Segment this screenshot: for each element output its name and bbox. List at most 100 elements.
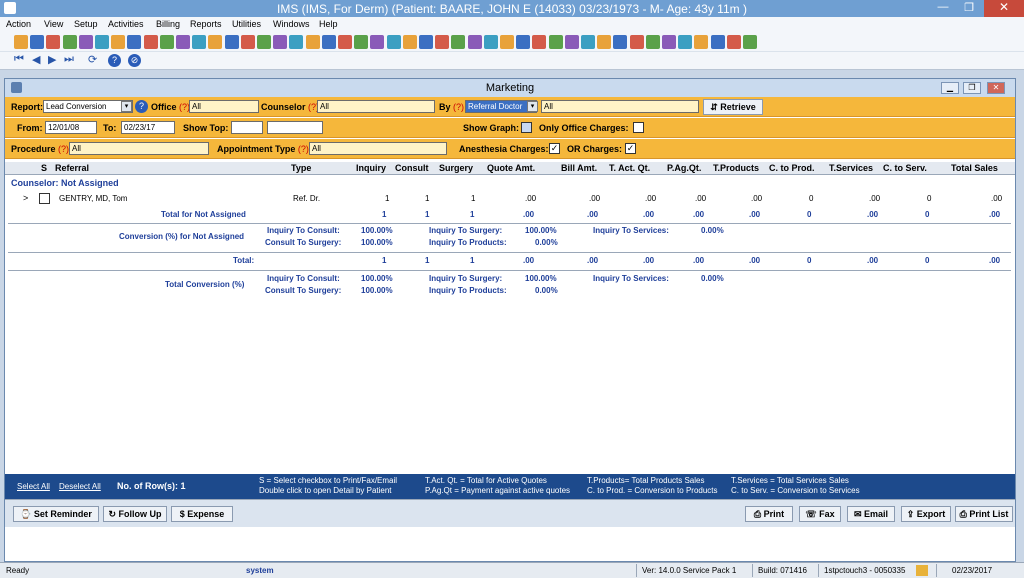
counselor-field[interactable]: All [317,100,435,113]
col-c-to-serv[interactable]: C. to Serv. [883,163,927,173]
col-consult[interactable]: Consult [395,163,429,173]
select-all-link[interactable]: Select All [17,482,50,491]
toolbar-icon[interactable] [143,35,158,49]
child-close-icon[interactable]: ✕ [987,82,1005,94]
toolbar-icon[interactable] [192,35,207,49]
toolbar-icon[interactable] [548,35,563,49]
toolbar-icon[interactable] [240,35,255,49]
toolbar-icon[interactable] [613,35,628,49]
toolbar-icon[interactable] [354,35,369,49]
col-p-ag-qt[interactable]: P.Ag.Qt. [667,163,701,173]
toolbar-icon[interactable] [402,35,417,49]
print-button[interactable]: ⎙ Print [745,506,793,522]
office-field[interactable]: All [189,100,259,113]
last-record-icon[interactable]: ⏭ [64,53,74,66]
by-dropdown-icon[interactable]: ▾ [527,101,538,112]
print-list-button[interactable]: ⎙ Print List [955,506,1013,522]
cancel-icon[interactable]: ⊘ [128,54,141,67]
toolbar-icon[interactable] [435,35,450,49]
toolbar-icon[interactable] [111,35,126,49]
show-top-stepper[interactable] [231,121,263,134]
row-select-checkbox[interactable] [39,193,50,204]
toolbar-icon[interactable] [273,35,288,49]
from-date-field[interactable]: 12/01/08 [45,121,97,134]
prev-record-icon[interactable]: ◀ [32,53,40,66]
email-button[interactable]: ✉ Email [847,506,895,522]
menu-windows[interactable]: Windows [273,19,310,29]
toolbar-icon[interactable] [743,35,757,49]
col-surgery[interactable]: Surgery [439,163,473,173]
appointment-type-field[interactable]: All [309,142,447,155]
col-bill-amt[interactable]: Bill Amt. [561,163,597,173]
menu-utilities[interactable]: Utilities [232,19,261,29]
menu-help[interactable]: Help [319,19,338,29]
toolbar-icon[interactable] [257,35,271,49]
toolbar-icon[interactable] [500,35,514,49]
col-type[interactable]: Type [291,163,311,173]
report-select[interactable]: Lead Conversion [43,100,133,113]
fax-button[interactable]: ☏ Fax [799,506,841,522]
toolbar-icon[interactable] [678,35,693,49]
set-reminder-button[interactable]: ⌚ Set Reminder [13,506,99,522]
col-c-to-prod[interactable]: C. to Prod. [769,163,815,173]
toolbar-icon[interactable] [370,35,385,49]
only-office-charges-checkbox[interactable] [633,122,644,133]
toolbar-icon[interactable] [208,35,223,49]
anesthesia-charges-checkbox[interactable]: ✓ [549,143,560,154]
child-restore-icon[interactable]: ❐ [963,82,981,94]
toolbar-icon[interactable] [176,35,190,49]
toolbar-icon[interactable] [338,35,352,49]
table-row[interactable]: > GENTRY, MD, Tom Ref. Dr. 1 1 1 .00 .00… [5,192,1015,206]
col-t-products[interactable]: T.Products [713,163,759,173]
toolbar-icon[interactable] [95,35,109,49]
toolbar-icon[interactable] [483,35,498,49]
toolbar-icon[interactable] [46,35,61,49]
toolbar-icon[interactable] [305,35,320,49]
toolbar-icon[interactable] [597,35,612,49]
toolbar-icon[interactable] [14,35,28,49]
to-date-field[interactable]: 02/23/17 [121,121,175,134]
close-icon[interactable]: ✕ [984,0,1024,17]
col-s[interactable]: S [41,163,47,173]
follow-up-button[interactable]: ↻ Follow Up [103,506,167,522]
restore-icon[interactable]: ❐ [956,1,982,14]
toolbar-icon[interactable] [289,35,304,49]
report-dropdown-icon[interactable]: ▾ [121,101,132,112]
col-total-sales[interactable]: Total Sales [951,163,998,173]
menu-billing[interactable]: Billing [156,19,180,29]
toolbar-icon[interactable] [516,35,531,49]
toolbar-icon[interactable] [532,35,547,49]
toolbar-icon[interactable] [451,35,466,49]
deselect-all-link[interactable]: Deselect All [59,482,101,491]
col-quote-amt[interactable]: Quote Amt. [487,163,535,173]
toolbar-icon[interactable] [62,35,77,49]
toolbar-icon[interactable] [419,35,433,49]
toolbar-icon[interactable] [321,35,336,49]
toolbar-icon[interactable] [581,35,595,49]
show-graph-checkbox[interactable] [521,122,532,133]
by-filter-field[interactable]: All [541,100,699,113]
help-icon[interactable]: ? [108,54,121,67]
menu-activities[interactable]: Activities [108,19,144,29]
toolbar-icon[interactable] [30,35,45,49]
menu-reports[interactable]: Reports [190,19,222,29]
col-t-act-qt[interactable]: T. Act. Qt. [609,163,650,173]
minimize-icon[interactable]: — [930,1,956,13]
next-record-icon[interactable]: ▶ [48,53,56,66]
toolbar-icon[interactable] [78,35,93,49]
toolbar-icon[interactable] [645,35,660,49]
toolbar-icon[interactable] [564,35,579,49]
or-charges-checkbox[interactable]: ✓ [625,143,636,154]
toolbar-icon[interactable] [224,35,239,49]
toolbar-icon[interactable] [662,35,676,49]
menu-action[interactable]: Action [6,19,31,29]
col-inquiry[interactable]: Inquiry [356,163,386,173]
menu-view[interactable]: View [44,19,63,29]
retrieve-button[interactable]: ⇵ Retrieve [703,99,763,115]
toolbar-icon[interactable] [467,35,482,49]
expense-button[interactable]: $ Expense [171,506,233,522]
toolbar-icon[interactable] [386,35,401,49]
report-help-icon[interactable]: ? [135,100,148,113]
export-button[interactable]: ⇪ Export [901,506,951,522]
toolbar-icon[interactable] [710,35,725,49]
